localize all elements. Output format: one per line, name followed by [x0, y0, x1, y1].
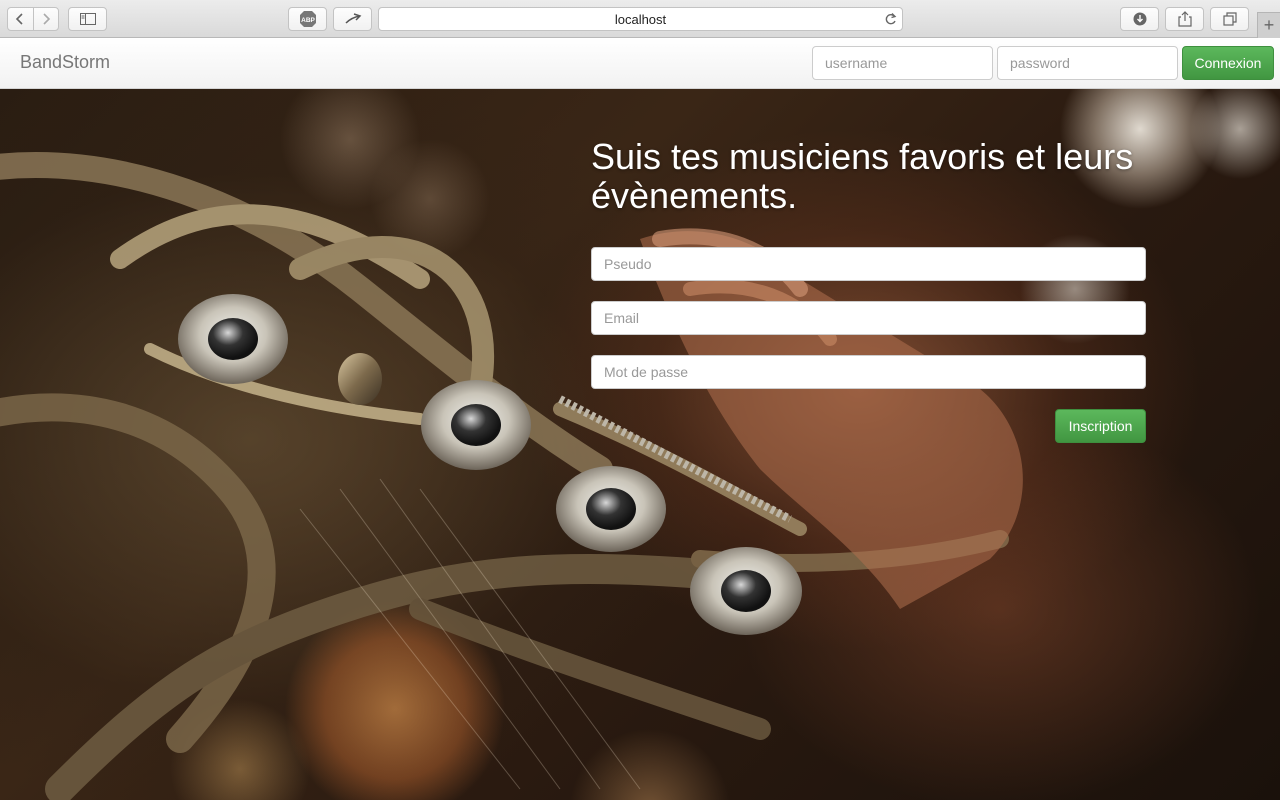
- history-nav: [7, 7, 59, 31]
- abp-text: ABP: [301, 17, 315, 24]
- signup-panel: Suis tes musiciens favoris et leurs évèn…: [591, 137, 1146, 443]
- reload-icon: [885, 13, 897, 25]
- password-input[interactable]: [997, 46, 1178, 80]
- hero-headline: Suis tes musiciens favoris et leurs évèn…: [591, 136, 1134, 216]
- share-button[interactable]: [1165, 7, 1204, 31]
- reload-button[interactable]: [884, 12, 897, 29]
- tabs-icon: [1222, 12, 1237, 26]
- username-input[interactable]: [812, 46, 993, 80]
- sidebar-button[interactable]: [68, 7, 107, 31]
- signup-button[interactable]: Inscription: [1055, 409, 1146, 443]
- tabs-overview-button[interactable]: [1210, 7, 1249, 31]
- url-text: localhost: [614, 11, 667, 27]
- new-tab-button[interactable]: +: [1257, 12, 1280, 38]
- download-icon: [1133, 12, 1146, 26]
- chevron-left-icon: [16, 13, 23, 25]
- back-button[interactable]: [8, 8, 34, 30]
- brand-logo[interactable]: BandStorm: [20, 52, 110, 73]
- address-bar[interactable]: localhost: [378, 7, 903, 31]
- email-field[interactable]: [591, 301, 1146, 335]
- app-navbar: BandStorm Connexion: [0, 38, 1280, 89]
- abp-icon: ABP: [299, 11, 316, 27]
- plus-icon: +: [1263, 15, 1275, 35]
- adblock-button[interactable]: ABP: [288, 7, 327, 31]
- browser-toolbar: ABP localhost +: [0, 0, 1280, 38]
- chevron-right-icon: [43, 13, 50, 25]
- share-icon: [1177, 11, 1192, 27]
- login-button[interactable]: Connexion: [1182, 46, 1274, 80]
- signup-password-field[interactable]: [591, 355, 1146, 389]
- downloads-button[interactable]: [1120, 7, 1159, 31]
- extension-icon: [344, 13, 361, 24]
- sidebar-icon: [79, 13, 96, 25]
- pseudo-field[interactable]: [591, 247, 1146, 281]
- forward-button[interactable]: [34, 8, 59, 30]
- hero-section: Suis tes musiciens favoris et leurs évèn…: [0, 89, 1280, 800]
- extension-button[interactable]: [333, 7, 372, 31]
